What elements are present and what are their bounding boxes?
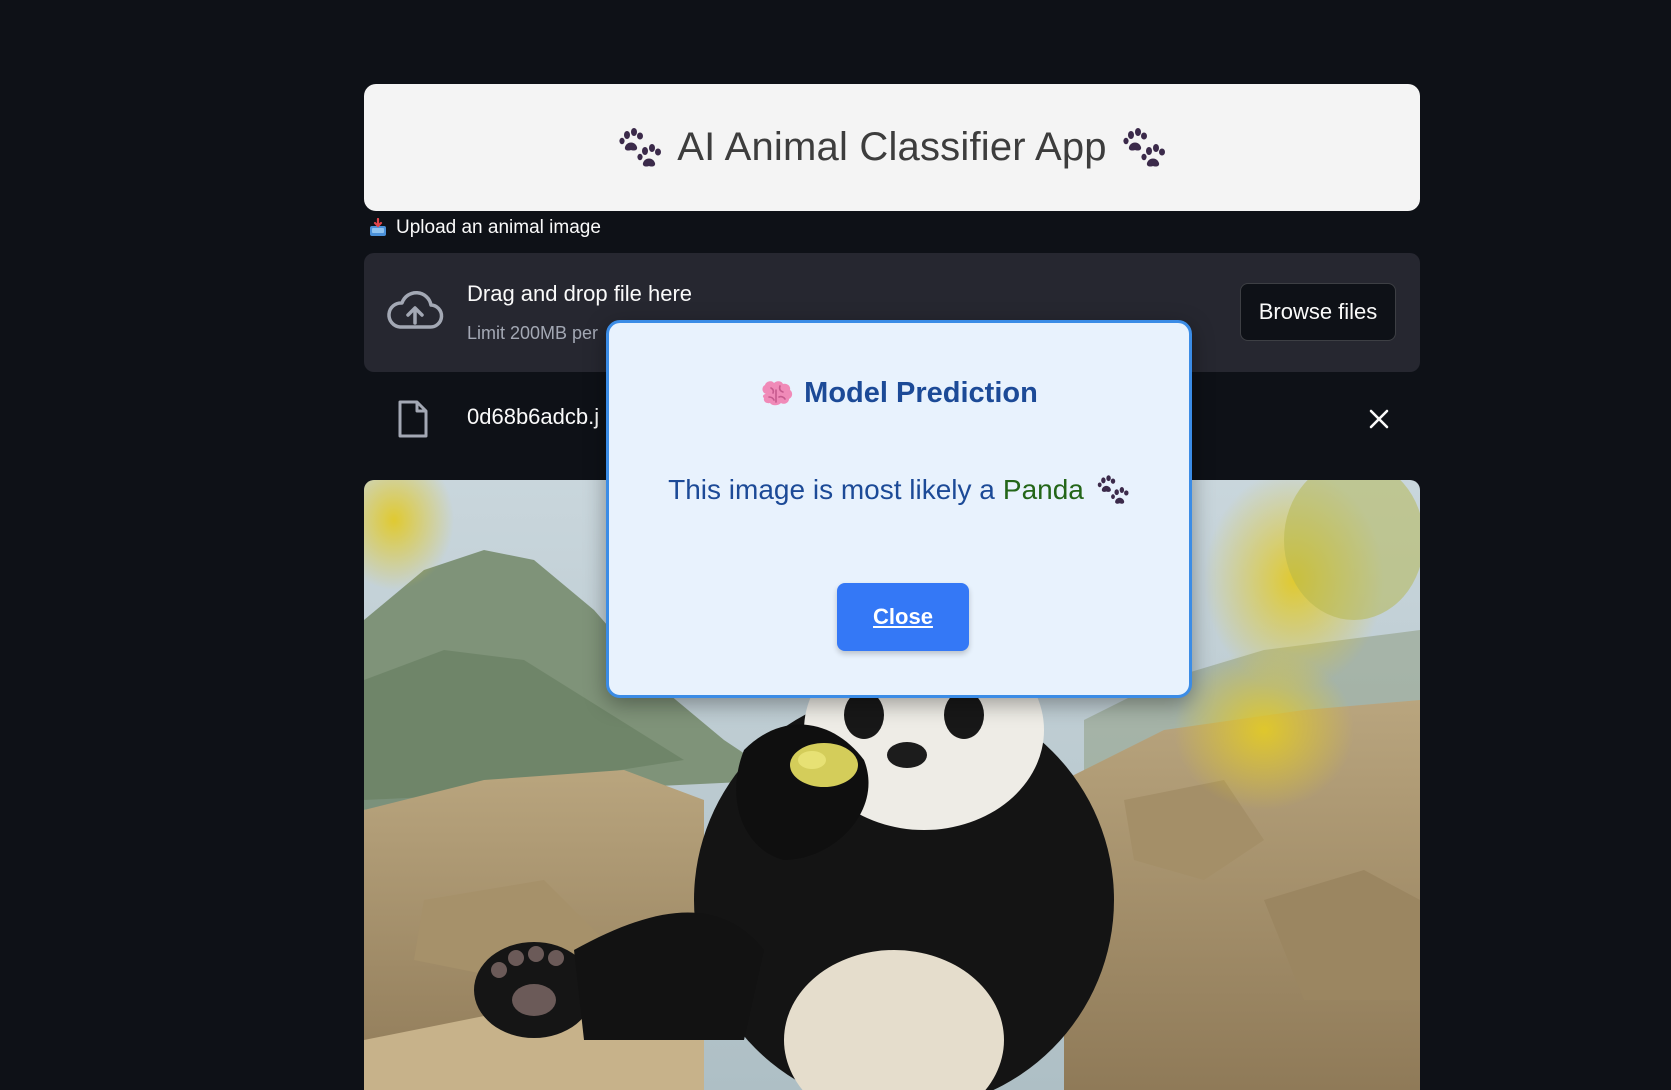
paw-prints-icon [1097,475,1129,504]
page-title: AI Animal Classifier App [677,125,1107,169]
prediction-label: Panda [1002,474,1084,505]
browse-files-button[interactable]: Browse files [1240,283,1396,341]
dropzone-limit-text: Limit 200MB per [467,323,599,343]
dropzone-instructions: Drag and drop file here [467,281,693,306]
file-icon [398,400,428,438]
modal-title: Model Prediction [609,377,1189,410]
file-name: 0d68b6adcb.j [467,404,600,429]
close-button[interactable]: Close [837,583,969,651]
brain-icon [762,380,793,405]
app-title-card: AI Animal Classifier App [364,84,1420,211]
uploader-label: Upload an animal image [368,216,601,240]
cloud-upload-icon [387,290,444,329]
inbox-tray-icon [370,218,386,236]
uploader-label-text: Upload an animal image [396,217,601,238]
prediction-prefix: This image is most likely a [668,474,995,505]
modal-title-text: Model Prediction [804,377,1038,409]
paw-prints-icon [1123,127,1165,167]
paw-prints-icon [619,127,662,167]
prediction-result: This image is most likely a Panda [609,473,1189,507]
close-icon[interactable] [1368,408,1390,430]
prediction-modal: Model Prediction This image is most like… [606,320,1192,698]
